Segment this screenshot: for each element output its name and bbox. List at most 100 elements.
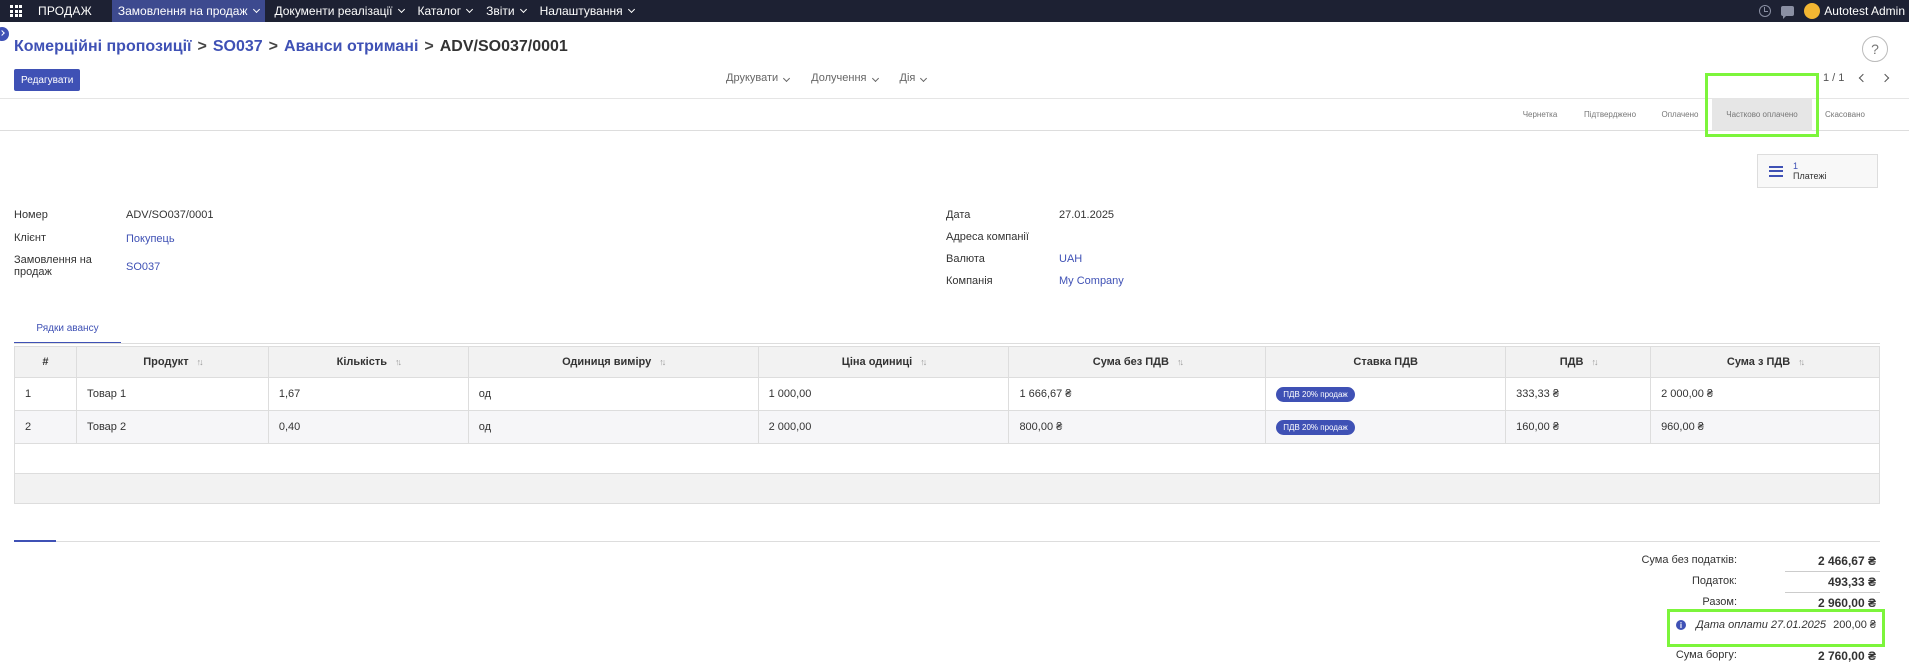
menu-label: Звіти [486,4,515,18]
action-menus: Друкувати Долучення Дія [726,72,928,84]
user-name: Autotest Admin [1824,4,1905,18]
tax-badge: ПДВ 20% продаж [1276,386,1355,402]
activity-clock-icon[interactable] [1759,5,1772,17]
print-dropdown[interactable]: Друкувати [726,72,791,84]
header-label: Кількість [336,356,387,368]
divider [14,343,1880,344]
chevron-down-icon [252,5,260,14]
stage-confirmed[interactable]: Підтверджено [1574,99,1646,130]
cell-qty: 1,67 [267,377,469,411]
chevron-down-icon [871,74,879,83]
company-address-label: Адреса компанії [946,231,1029,243]
client-link[interactable]: Покупець [126,233,175,245]
currency-label: Валюта [946,253,985,265]
stage-cancelled[interactable]: Скасовано [1816,99,1874,130]
avatar [1804,3,1821,19]
menu-label: Документи реалізації [274,4,393,18]
payments-text: 1 Платежі [1793,161,1826,181]
payments-count: 1 [1793,161,1799,171]
chevron-down-icon [519,5,527,14]
header-label: Продукт [143,356,189,368]
cell-uom: од [467,410,759,444]
column-header[interactable]: Продукт ↑↓ [75,346,269,378]
attachments-dropdown[interactable]: Долучення [811,72,879,84]
menu-catalog[interactable]: Каталог [414,0,477,22]
sales-order-link[interactable]: SO037 [126,261,160,273]
sales-order-label: Замовлення на продаж [14,254,92,278]
untaxed-value: 2 466,67 ₴ [1817,554,1876,568]
cell-price: 1 000,00 [757,377,1010,411]
breadcrumb: Комерційні пропозиції > SO037 > Аванси о… [14,38,568,56]
cell-num: 1 [14,377,77,411]
highlight-box-payment [1667,609,1885,647]
chevron-down-icon [627,5,635,14]
sort-icon: ↑↓ [659,357,666,367]
chevron-down-icon [920,74,928,83]
cell-product: Товар 1 [75,377,269,411]
column-header[interactable]: Сума з ПДВ ↑↓ [1650,346,1880,378]
sidebar-toggle-icon[interactable] [0,27,9,41]
column-header[interactable]: Ціна одиниці ↑↓ [757,346,1010,378]
table-footer-row [14,473,1880,504]
header-label: # [42,356,49,368]
date-label: Дата [946,209,971,221]
breadcrumb-advances[interactable]: Аванси отримані [284,38,418,56]
action-dropdown[interactable]: Дія [899,72,928,84]
action-label: Дія [899,72,916,84]
table-row[interactable]: 2 Товар 2 0,40 од 2 000,00 800,00 ₴ ПДВ … [14,410,1880,444]
chevron-down-icon [783,74,791,83]
sort-icon: ↑↓ [394,357,402,367]
previous-arrow-icon[interactable] [1859,73,1868,83]
tab-advance-lines[interactable]: Рядки авансу [14,314,121,344]
top-navbar: ПРОДАЖ Замовлення на продаж Документи ре… [0,0,1909,22]
amount-due-value: 2 760,00 ₴ [1817,649,1876,663]
amount-due-label: Сума боргу: [1675,649,1737,661]
menu-label: Замовлення на продаж [117,4,248,18]
header-label: Ціна одиниці [841,356,913,368]
breadcrumb-quotations[interactable]: Комерційні пропозиції [14,38,192,56]
chevron-down-icon [466,5,474,14]
apps-grid-icon[interactable] [10,5,24,17]
company-link[interactable]: My Company [1059,275,1124,287]
pager-value[interactable]: 1 / 1 [1823,72,1844,84]
column-header[interactable]: Сума без ПДВ ↑↓ [1008,346,1267,378]
currency-link[interactable]: UAH [1059,253,1082,265]
payments-label: Платежі [1793,171,1827,181]
cell-total: 960,00 ₴ [1650,410,1880,444]
empty-row [14,443,1880,474]
stage-paid[interactable]: Оплачено [1652,99,1708,130]
column-header[interactable]: ПДВ ↑↓ [1505,346,1652,378]
divider [1785,592,1880,593]
header-label: Ставка ПДВ [1353,356,1418,368]
menu-settings[interactable]: Налаштування [536,0,638,22]
untaxed-label: Сума без податків: [1641,554,1737,566]
breadcrumb-current: ADV/SO037/0001 [439,38,568,55]
column-header[interactable]: Кількість ↑↓ [267,346,469,378]
menu-sales-orders[interactable]: Замовлення на продаж [111,0,265,22]
column-header[interactable]: Одиниця виміру ↑↓ [467,346,759,378]
breadcrumb-order[interactable]: SO037 [213,38,263,56]
messages-icon[interactable] [1781,6,1795,19]
edit-button[interactable]: Редагувати [14,69,81,91]
divider [1785,571,1880,572]
cell-subtotal: 800,00 ₴ [1008,410,1267,444]
highlight-box-status [1705,73,1819,137]
chevron-down-icon [397,5,405,14]
sort-icon: ↑↓ [1591,357,1598,367]
tax-value: 493,33 ₴ [1827,575,1876,589]
menu-delivery-docs[interactable]: Документи реалізації [271,0,408,22]
user-menu[interactable]: Autotest Admin [1804,3,1905,19]
empty-cell [14,443,1880,474]
divider-accent [14,540,56,542]
payments-smart-button[interactable]: 1 Платежі [1757,154,1878,188]
next-arrow-icon[interactable] [1881,73,1890,83]
column-header: # [14,346,77,378]
tax-badge: ПДВ 20% продаж [1276,419,1355,435]
stage-draft[interactable]: Чернетка [1514,99,1566,130]
menu-label: Каталог [417,4,462,18]
app-name[interactable]: ПРОДАЖ [38,4,92,18]
table-row[interactable]: 1 Товар 1 1,67 од 1 000,00 1 666,67 ₴ ПД… [14,377,1880,411]
total-value: 2 960,00 ₴ [1817,596,1876,610]
help-button[interactable]: ? [1862,36,1888,62]
menu-reports[interactable]: Звіти [482,0,530,22]
